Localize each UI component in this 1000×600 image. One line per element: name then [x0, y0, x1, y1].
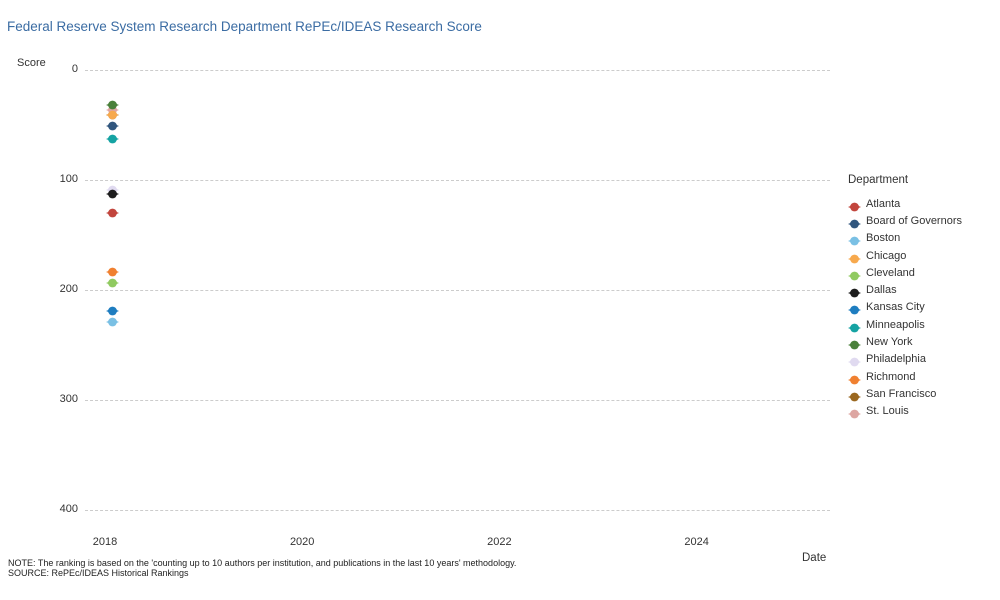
- x-axis-label: Date: [802, 552, 827, 564]
- chart-title: Federal Reserve System Research Departme…: [7, 19, 482, 34]
- data-point-kansas-city: [106, 303, 119, 315]
- legend-item-label: Philadelphia: [866, 353, 926, 366]
- legend-item-boston: Boston: [848, 230, 962, 247]
- y-tick-label: 0: [71, 63, 78, 75]
- legend-item-minneapolis: Minneapolis: [848, 316, 962, 333]
- data-point-minneapolis: [106, 131, 119, 144]
- x-tick-label: 2022: [487, 536, 512, 548]
- y-tick-label: 400: [59, 503, 78, 515]
- y-tick-label: 300: [59, 393, 78, 405]
- legend-marker-icon: [848, 389, 861, 402]
- legend-item-label: Richmond: [866, 370, 916, 383]
- legend-marker-icon: [848, 337, 861, 350]
- legend-items: Atlanta Board of Governors Boston Chicago Cl…: [848, 195, 962, 420]
- y-tick-label: 100: [59, 173, 78, 185]
- legend-item-dallas: Dallas: [848, 281, 962, 298]
- legend-item-label: Atlanta: [866, 197, 901, 210]
- footnotes: NOTE: The ranking is based on the 'count…: [8, 558, 516, 578]
- data-point-chicago: [106, 107, 119, 120]
- legend-item-label: Cleveland: [866, 266, 915, 279]
- data-point-dallas: [106, 186, 119, 199]
- x-tick-label: 2020: [289, 536, 315, 548]
- legend-item-board-of-governors: Board of Governors: [848, 212, 962, 229]
- note-text: NOTE: The ranking is based on the 'count…: [8, 558, 517, 568]
- data-point-new-york: [106, 97, 119, 110]
- legend: Department Atlanta Board of Governors Bost…: [848, 174, 962, 420]
- legend-item-kansas-city: Kansas City: [848, 299, 962, 316]
- data-point-cleveland: [106, 275, 119, 288]
- legend-marker-icon: [848, 354, 861, 367]
- data-point-boston: [106, 314, 119, 326]
- source-text: SOURCE: RePEc/IDEAS Historical Rankings: [8, 568, 189, 578]
- legend-marker-icon: [848, 216, 861, 229]
- data-point-atlanta: [106, 205, 119, 218]
- legend-item-san-francisco: San Francisco: [848, 385, 962, 402]
- legend-item-richmond: Richmond: [848, 368, 962, 385]
- legend-item-chicago: Chicago: [848, 247, 962, 264]
- data-point-board-of-governors: [106, 118, 119, 131]
- legend-marker-icon: [848, 285, 861, 298]
- legend-marker-icon: [848, 233, 861, 246]
- chart-container: Federal Reserve System Research Departme…: [0, 0, 1000, 600]
- legend-marker-icon: [848, 320, 861, 333]
- legend-marker-icon: [848, 406, 861, 419]
- legend-marker-icon: [848, 268, 861, 281]
- legend-item-cleveland: Cleveland: [848, 264, 962, 281]
- y-tick-label: 200: [59, 283, 78, 295]
- gridline: [85, 70, 830, 71]
- legend-item-label: New York: [866, 336, 913, 349]
- legend-title: Department: [848, 174, 909, 186]
- legend-marker-icon: [848, 251, 861, 263]
- legend-item-label: Kansas City: [866, 301, 925, 314]
- legend-item-philadelphia: Philadelphia: [848, 351, 962, 368]
- legend-item-label: San Francisco: [866, 387, 937, 400]
- legend-marker-icon: [848, 302, 861, 315]
- legend-item-label: Board of Governors: [866, 214, 962, 227]
- legend-marker-icon: [848, 199, 861, 212]
- legend-item-label: Minneapolis: [866, 318, 925, 331]
- gridline: [85, 290, 830, 291]
- gridline: [85, 180, 830, 181]
- legend-item-st-louis: St. Louis: [848, 403, 962, 420]
- x-tick-label: 2024: [684, 536, 709, 548]
- x-tick-label: 2018: [92, 536, 118, 548]
- legend-item-atlanta: Atlanta: [848, 195, 962, 212]
- legend-item-label: Dallas: [866, 284, 897, 297]
- data-point-richmond: [106, 264, 119, 277]
- gridline: [85, 400, 830, 401]
- legend-item-new-york: New York: [848, 333, 962, 350]
- legend-marker-icon: [848, 372, 861, 385]
- gridline: [85, 510, 830, 511]
- legend-item-label: Chicago: [866, 249, 907, 262]
- legend-item-label: St. Louis: [866, 405, 909, 418]
- legend-item-label: Boston: [866, 232, 901, 245]
